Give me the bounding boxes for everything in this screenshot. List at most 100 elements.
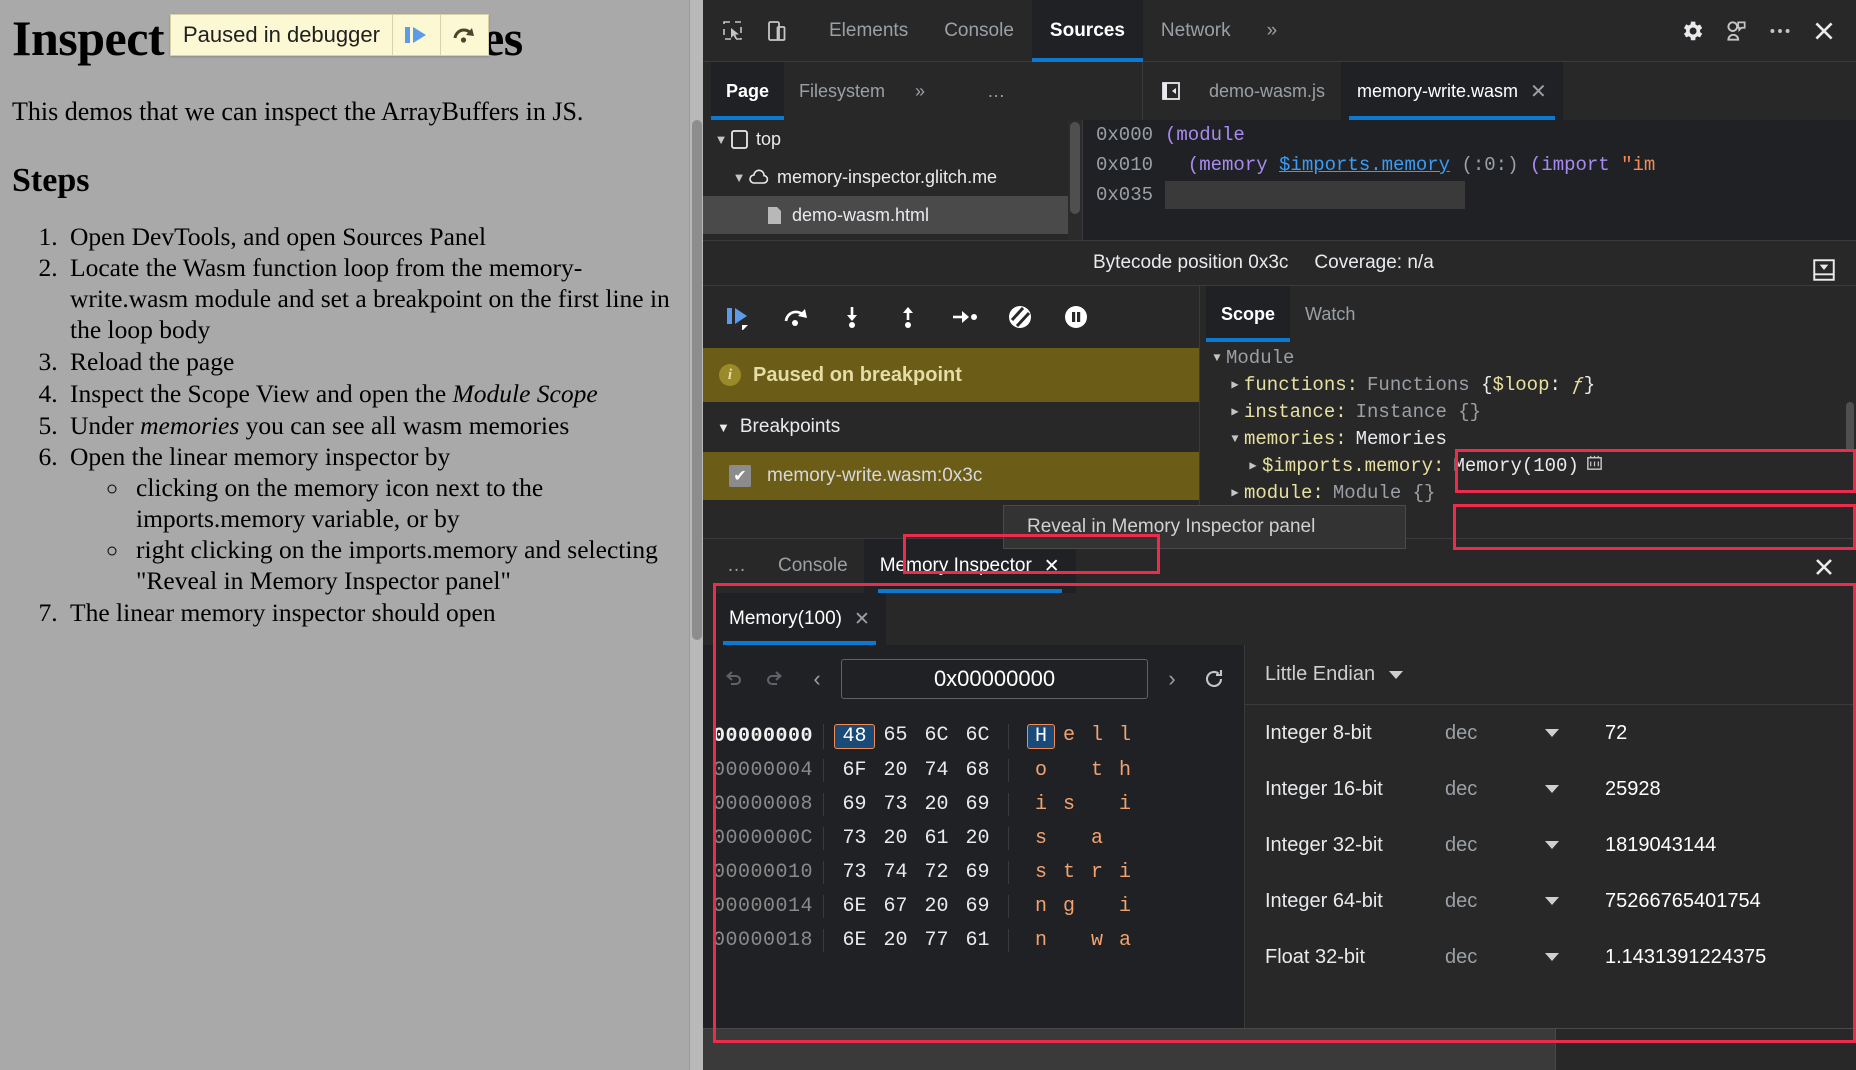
- memory-address-input[interactable]: [841, 659, 1148, 699]
- chevron-down-icon[interactable]: ▼: [711, 132, 731, 147]
- value-mode-dropdown[interactable]: [1545, 897, 1605, 905]
- ascii-char[interactable]: [1055, 929, 1083, 952]
- close-icon[interactable]: ✕: [854, 608, 870, 631]
- hex-row[interactable]: 0000000C 73 20 61 20 s: [703, 821, 1244, 855]
- breakpoint-list-item[interactable]: ✔ memory-write.wasm:0x3c: [703, 452, 1199, 500]
- tab-sources[interactable]: Sources: [1032, 0, 1143, 62]
- device-toolbar-icon[interactable]: [755, 9, 799, 53]
- ascii-char[interactable]: l: [1083, 724, 1111, 749]
- close-drawer-icon[interactable]: [1802, 545, 1846, 589]
- tab-network[interactable]: Network: [1143, 0, 1249, 62]
- scope-row-memories[interactable]: ▼ memories: Memories: [1200, 425, 1856, 452]
- scope-row-imports-memory[interactable]: ▶ $imports.memory: Memory(100): [1200, 452, 1856, 479]
- hex-byte[interactable]: 69: [957, 793, 998, 816]
- value-mode-dropdown[interactable]: [1545, 785, 1605, 793]
- inspect-element-icon[interactable]: [711, 9, 755, 53]
- scope-scrollbar-thumb[interactable]: [1846, 402, 1854, 452]
- hex-row[interactable]: 00000008 69 73 20 69 i s: [703, 787, 1244, 821]
- page-scrollbar-thumb[interactable]: [692, 120, 702, 640]
- more-options-icon[interactable]: [1758, 9, 1802, 53]
- more-panels-icon[interactable]: »: [1249, 0, 1296, 62]
- ascii-char[interactable]: n: [1027, 929, 1055, 952]
- chevron-right-icon[interactable]: ▶: [1226, 404, 1244, 419]
- scope-row-module-obj[interactable]: ▶ module: Module {}: [1200, 479, 1856, 506]
- hex-byte[interactable]: 61: [957, 929, 998, 952]
- step-over-icon[interactable]: [773, 294, 819, 340]
- hex-byte[interactable]: 74: [875, 861, 916, 884]
- chevron-right-icon[interactable]: ▶: [1226, 485, 1244, 500]
- gear-icon[interactable]: [1670, 9, 1714, 53]
- hex-byte[interactable]: 61: [916, 827, 957, 850]
- ascii-char[interactable]: i: [1111, 861, 1139, 884]
- undo-icon[interactable]: [715, 661, 751, 697]
- feedback-icon[interactable]: [1714, 9, 1758, 53]
- ascii-char[interactable]: l: [1111, 724, 1139, 749]
- step-over-button[interactable]: [440, 15, 488, 55]
- hex-byte[interactable]: 73: [875, 793, 916, 816]
- chevron-right-icon[interactable]: ▶: [1244, 458, 1262, 473]
- tab-watch[interactable]: Watch: [1290, 286, 1370, 342]
- hex-byte[interactable]: 74: [916, 759, 957, 782]
- ascii-char[interactable]: [1055, 759, 1083, 782]
- hex-row[interactable]: 00000014 6E 67 20 69 n g: [703, 889, 1244, 923]
- ascii-char[interactable]: i: [1027, 793, 1055, 816]
- hex-byte[interactable]: 20: [875, 759, 916, 782]
- ascii-char[interactable]: H: [1027, 724, 1055, 749]
- hex-rows[interactable]: 00000000 48 65 6C 6C H e: [703, 713, 1244, 1028]
- tree-node-demo-wasm-html[interactable]: demo-wasm.html: [703, 196, 1082, 234]
- hex-byte[interactable]: 77: [916, 929, 957, 952]
- hex-byte[interactable]: 48: [834, 724, 875, 749]
- ascii-char[interactable]: i: [1111, 895, 1139, 918]
- hex-byte[interactable]: 6E: [834, 929, 875, 952]
- chevron-down-icon[interactable]: ▼: [729, 170, 749, 185]
- hex-byte[interactable]: 6C: [916, 724, 957, 749]
- hex-byte[interactable]: 65: [875, 724, 916, 749]
- breakpoint-checkbox[interactable]: ✔: [729, 465, 751, 487]
- tree-scrollbar[interactable]: [1068, 120, 1082, 240]
- step-out-icon[interactable]: [885, 294, 931, 340]
- chevron-left-icon[interactable]: ‹: [799, 661, 835, 697]
- ascii-char[interactable]: [1083, 895, 1111, 918]
- hex-byte[interactable]: 69: [834, 793, 875, 816]
- context-menu-item-reveal-in-memory-inspector[interactable]: Reveal in Memory Inspector panel: [1027, 516, 1315, 538]
- close-icon[interactable]: ✕: [1044, 555, 1060, 578]
- tree-scrollbar-thumb[interactable]: [1070, 122, 1080, 214]
- hex-byte[interactable]: 72: [916, 861, 957, 884]
- tree-node-origin[interactable]: ▼ memory-inspector.glitch.me: [703, 158, 1082, 196]
- deactivate-breakpoints-icon[interactable]: [997, 294, 1043, 340]
- hex-byte[interactable]: 20: [875, 827, 916, 850]
- hex-byte[interactable]: 69: [957, 861, 998, 884]
- hex-byte[interactable]: 6C: [957, 724, 998, 749]
- ascii-char[interactable]: o: [1027, 759, 1055, 782]
- editor-tab-memory-write-wasm[interactable]: memory-write.wasm ✕: [1341, 62, 1563, 120]
- show-navigator-icon[interactable]: [1149, 69, 1193, 113]
- pause-on-exceptions-icon[interactable]: [1053, 294, 1099, 340]
- step-into-icon[interactable]: [829, 294, 875, 340]
- chevron-down-icon[interactable]: ▼: [1208, 351, 1226, 365]
- step-icon[interactable]: [941, 294, 987, 340]
- tree-node-top[interactable]: ▼ top: [703, 120, 1082, 158]
- redo-icon[interactable]: [757, 661, 793, 697]
- ascii-char[interactable]: s: [1027, 827, 1055, 850]
- wasm-code-editor[interactable]: 0x000 (module 0x010 (memory $imports.mem…: [1083, 120, 1856, 240]
- ascii-char[interactable]: e: [1055, 724, 1083, 749]
- hex-byte[interactable]: 20: [916, 793, 957, 816]
- drawer-more-options-icon[interactable]: …: [711, 539, 762, 593]
- refresh-icon[interactable]: [1196, 661, 1232, 697]
- tab-console[interactable]: Console: [926, 0, 1032, 62]
- chevron-down-icon[interactable]: ▼: [1226, 432, 1244, 446]
- nav-tab-filesystem[interactable]: Filesystem: [784, 62, 900, 120]
- context-menu[interactable]: Reveal in Memory Inspector panel: [1003, 505, 1406, 549]
- chevron-down-icon[interactable]: ▼: [717, 420, 730, 435]
- memory-chip-icon[interactable]: [1585, 453, 1604, 478]
- endianness-selector[interactable]: Little Endian: [1245, 645, 1856, 705]
- hex-byte[interactable]: 73: [834, 827, 875, 850]
- ascii-char[interactable]: a: [1111, 929, 1139, 952]
- ascii-char[interactable]: [1083, 793, 1111, 816]
- hex-row[interactable]: 00000018 6E 20 77 61 n: [703, 923, 1244, 957]
- tab-scope[interactable]: Scope: [1206, 286, 1290, 342]
- hex-byte[interactable]: 20: [875, 929, 916, 952]
- navigator-more-options-icon[interactable]: …: [972, 62, 1020, 120]
- resume-icon[interactable]: [717, 294, 763, 340]
- close-icon[interactable]: [1802, 9, 1846, 53]
